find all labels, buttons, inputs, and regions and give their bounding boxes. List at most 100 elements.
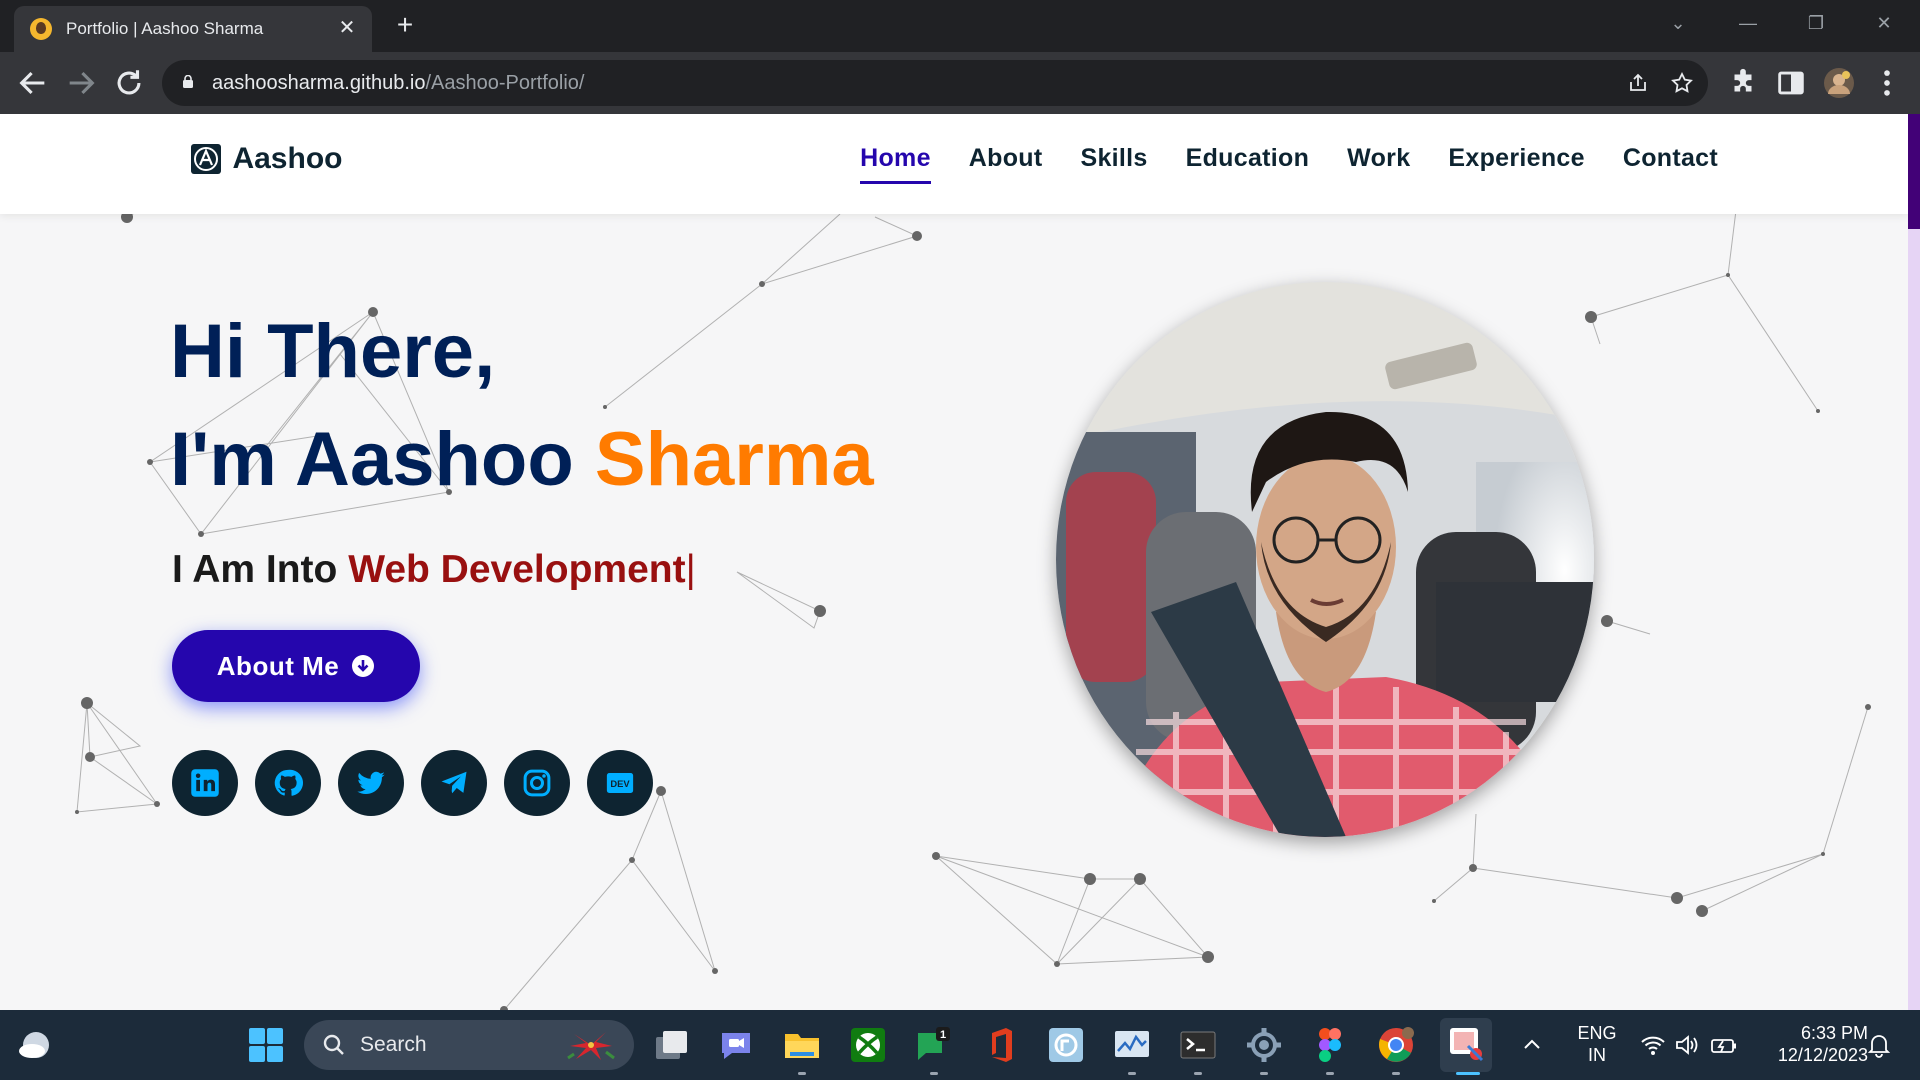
notification-bell-icon[interactable] bbox=[1866, 1032, 1892, 1058]
github-icon bbox=[274, 769, 303, 796]
instagram-icon bbox=[523, 769, 551, 797]
search-icon bbox=[323, 1034, 344, 1055]
tab-favicon-icon bbox=[30, 18, 52, 40]
typed-role: Web Development bbox=[348, 548, 686, 591]
resource-monitor-icon[interactable] bbox=[1112, 1025, 1152, 1065]
linkedin-link[interactable] bbox=[172, 750, 238, 816]
chrome-menu-icon[interactable] bbox=[1870, 66, 1904, 100]
twitter-link[interactable] bbox=[338, 750, 404, 816]
figma-icon[interactable] bbox=[1310, 1025, 1350, 1065]
browser-tab-strip: Portfolio | Aashoo Sharma ✕ + ⌄ — ❐ ✕ bbox=[0, 0, 1920, 52]
close-window-button[interactable]: ✕ bbox=[1864, 8, 1904, 38]
teams-chat-icon[interactable] bbox=[716, 1025, 756, 1065]
web-page: Aashoo Home About Skills Education Work … bbox=[0, 114, 1920, 1010]
hero-typing-text: I Am Into Web Development| bbox=[172, 548, 696, 591]
extensions-icon[interactable] bbox=[1726, 66, 1760, 100]
taskbar-search[interactable]: Search bbox=[304, 1020, 634, 1070]
social-links: DEV bbox=[172, 750, 653, 816]
logo-icon bbox=[191, 144, 221, 174]
telegram-icon bbox=[441, 771, 467, 794]
settings-gear-icon[interactable] bbox=[1244, 1025, 1284, 1065]
close-tab-icon[interactable]: ✕ bbox=[334, 15, 360, 41]
browser-toolbar: aashoosharma.github.io/Aashoo-Portfolio/ bbox=[0, 52, 1920, 114]
lock-icon bbox=[183, 75, 193, 88]
windows-taskbar: Search 1 ENG IN 6:33 PM 12/12/2023 bbox=[0, 1010, 1920, 1080]
nav-work[interactable]: Work bbox=[1347, 144, 1410, 184]
forward-button[interactable] bbox=[64, 66, 98, 100]
office-icon[interactable] bbox=[980, 1025, 1020, 1065]
linkedin-icon bbox=[191, 769, 219, 797]
github-link[interactable] bbox=[255, 750, 321, 816]
xbox-icon[interactable] bbox=[848, 1025, 888, 1065]
about-me-button-label: About Me bbox=[216, 650, 340, 681]
dev-link[interactable]: DEV bbox=[587, 750, 653, 816]
snipping-tool-active[interactable] bbox=[1440, 1018, 1492, 1072]
profile-photo-illustration bbox=[1056, 282, 1594, 837]
running-indicator bbox=[1326, 1072, 1334, 1075]
nav-experience[interactable]: Experience bbox=[1448, 144, 1584, 184]
poinsettia-icon bbox=[567, 1032, 615, 1060]
bookmark-star-icon[interactable] bbox=[1670, 71, 1694, 95]
running-indicator bbox=[1392, 1072, 1400, 1075]
url-text: aashoosharma.github.io/Aashoo-Portfolio/ bbox=[212, 72, 585, 94]
active-indicator bbox=[1456, 1072, 1480, 1075]
tab-title: Portfolio | Aashoo Sharma bbox=[66, 19, 264, 38]
browser-tab[interactable]: Portfolio | Aashoo Sharma ✕ bbox=[14, 6, 372, 52]
start-button[interactable] bbox=[246, 1025, 286, 1065]
back-button[interactable] bbox=[16, 66, 50, 100]
about-me-button[interactable]: About Me bbox=[172, 630, 420, 702]
page-scrollbar[interactable] bbox=[1908, 114, 1920, 1010]
site-header: Aashoo Home About Skills Education Work … bbox=[0, 114, 1908, 214]
wifi-icon[interactable] bbox=[1640, 1032, 1666, 1058]
tab-search-chevron-icon[interactable]: ⌄ bbox=[1658, 8, 1698, 38]
chat-badge: 1 bbox=[940, 1029, 946, 1041]
profile-avatar[interactable] bbox=[1822, 66, 1856, 100]
running-indicator bbox=[798, 1072, 806, 1075]
nav-education[interactable]: Education bbox=[1186, 144, 1310, 184]
weather-widget-icon[interactable] bbox=[14, 1025, 54, 1065]
chevron-up-icon[interactable] bbox=[1520, 1032, 1544, 1056]
hero-section: Hi There, I'm Aashoo Sharma I Am Into We… bbox=[0, 114, 1920, 1010]
hero-name-accent: Sharma bbox=[594, 417, 874, 502]
nav-home[interactable]: Home bbox=[860, 144, 931, 184]
nav-about[interactable]: About bbox=[969, 144, 1043, 184]
task-view-icon[interactable] bbox=[652, 1025, 692, 1065]
chrome-icon[interactable] bbox=[1376, 1025, 1416, 1065]
logo-text: Aashoo bbox=[232, 142, 343, 175]
search-placeholder: Search bbox=[360, 1033, 427, 1056]
side-panel-icon[interactable] bbox=[1774, 66, 1808, 100]
svg-text:DEV: DEV bbox=[610, 779, 630, 789]
hero-name: I'm Aashoo Sharma bbox=[170, 417, 874, 502]
clock[interactable]: 6:33 PM 12/12/2023 bbox=[1752, 1022, 1868, 1066]
page-scrollbar-thumb[interactable] bbox=[1908, 114, 1920, 229]
main-nav: Home About Skills Education Work Experie… bbox=[860, 144, 1718, 184]
nav-contact[interactable]: Contact bbox=[1623, 144, 1718, 184]
reload-button[interactable] bbox=[112, 66, 146, 100]
running-indicator bbox=[1194, 1072, 1202, 1075]
profile-photo bbox=[1056, 282, 1594, 837]
file-explorer-icon[interactable] bbox=[782, 1025, 822, 1065]
dev-icon: DEV bbox=[606, 773, 634, 793]
site-logo[interactable]: Aashoo bbox=[190, 142, 342, 176]
terminal-icon[interactable] bbox=[1178, 1025, 1218, 1065]
share-icon[interactable] bbox=[1626, 71, 1650, 95]
telegram-link[interactable] bbox=[421, 750, 487, 816]
nav-skills[interactable]: Skills bbox=[1081, 144, 1148, 184]
running-indicator bbox=[1128, 1072, 1136, 1075]
typing-cursor: | bbox=[685, 548, 696, 591]
language-indicator[interactable]: ENG IN bbox=[1572, 1022, 1622, 1066]
address-bar[interactable]: aashoosharma.github.io/Aashoo-Portfolio/ bbox=[162, 60, 1708, 106]
remote-app-icon[interactable] bbox=[1046, 1025, 1086, 1065]
arrow-circle-down-icon bbox=[352, 655, 375, 677]
chat-app-icon[interactable]: 1 bbox=[914, 1025, 954, 1065]
hero-greeting: Hi There, bbox=[170, 309, 496, 394]
new-tab-button[interactable]: + bbox=[390, 10, 420, 40]
twitter-icon bbox=[357, 771, 385, 795]
instagram-link[interactable] bbox=[504, 750, 570, 816]
battery-icon[interactable] bbox=[1710, 1032, 1738, 1058]
running-indicator bbox=[930, 1072, 938, 1075]
running-indicator bbox=[1260, 1072, 1268, 1075]
restore-button[interactable]: ❐ bbox=[1796, 8, 1836, 38]
volume-icon[interactable] bbox=[1674, 1032, 1700, 1058]
minimize-button[interactable]: — bbox=[1728, 8, 1768, 38]
